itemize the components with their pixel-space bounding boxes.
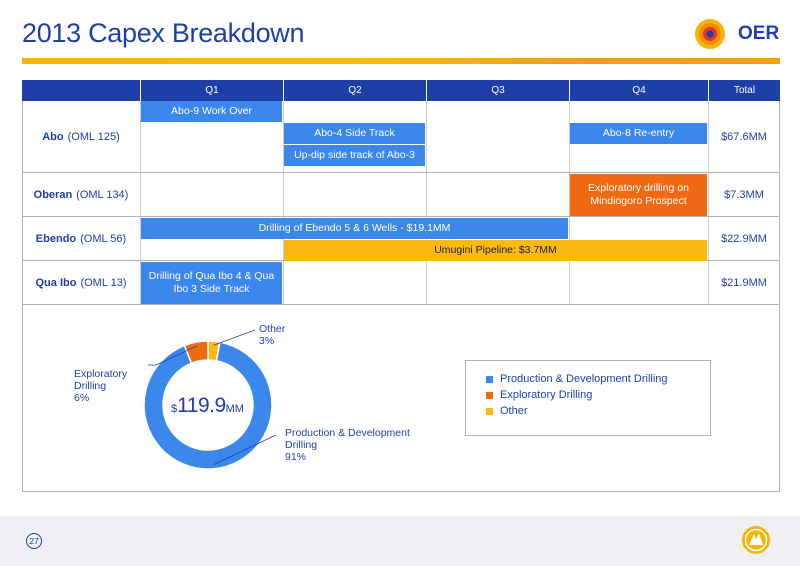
field-name: Qua Ibo bbox=[35, 277, 77, 289]
center-unit: MM bbox=[225, 403, 244, 415]
donut-center-label: $119.9MM bbox=[165, 394, 250, 418]
row-label: Ebendo (OML 56) bbox=[22, 217, 140, 261]
field-name: Abo bbox=[42, 131, 64, 143]
field-license: (OML 134) bbox=[76, 189, 129, 201]
header-total: Total bbox=[708, 80, 780, 101]
slice-label: Exploratory Drilling 6% bbox=[74, 368, 128, 404]
legend-label: Other bbox=[500, 405, 528, 417]
legend-swatch bbox=[486, 407, 493, 415]
field-name: Oberan bbox=[33, 189, 73, 201]
row-label: Abo (OML 125) bbox=[22, 101, 140, 173]
header-q1: Q1 bbox=[140, 80, 283, 101]
activity-bar: Exploratory drilling on Mindiogoro Prosp… bbox=[570, 174, 707, 216]
row-label: Qua Ibo (OML 13) bbox=[22, 261, 140, 305]
header-q4: Q4 bbox=[569, 80, 708, 101]
activity-bar: Up-dip side track of Abo-3 bbox=[284, 145, 425, 166]
activity-bar: Abo-9 Work Over bbox=[141, 101, 282, 122]
page-title: 2013 Capex Breakdown bbox=[22, 18, 305, 48]
legend-label: Production & Development Drilling bbox=[500, 373, 668, 385]
center-value: 119.9 bbox=[177, 394, 226, 417]
activity-bar: Abo-4 Side Track bbox=[284, 123, 425, 144]
legend-item: Other bbox=[486, 403, 710, 419]
schedule-table: Q1 Q2 Q3 Q4 Total Abo (OML 125) $67.6MM Abo-9 Wo… bbox=[22, 80, 780, 305]
field-license: (OML 125) bbox=[67, 131, 120, 143]
header-blank-cell bbox=[22, 80, 140, 101]
title-underline-stripe bbox=[22, 58, 780, 64]
footer-bar bbox=[0, 516, 800, 566]
field-license: (OML 13) bbox=[80, 277, 127, 289]
legend-swatch bbox=[486, 391, 493, 399]
footer-logo-icon bbox=[742, 526, 770, 554]
chart-legend: Production & Development Drilling Explora… bbox=[465, 360, 711, 436]
activity-bar: Umugini Pipeline: $3.7MM bbox=[284, 240, 707, 261]
header-q3: Q3 bbox=[426, 80, 569, 101]
activity-bar: Abo-8 Re-entry bbox=[570, 123, 707, 144]
leader-line bbox=[213, 329, 256, 346]
activity-bar: Drilling of Ebendo 5 & 6 Wells - $19.1MM bbox=[141, 218, 568, 239]
legend-item: Production & Development Drilling bbox=[486, 371, 710, 387]
page-number: 27 bbox=[26, 533, 42, 549]
row-label: Oberan (OML 134) bbox=[22, 173, 140, 217]
logo-text: OER bbox=[738, 23, 780, 44]
slice-label: Production & Development Drilling 91% bbox=[285, 427, 410, 463]
row-total: $67.6MM bbox=[721, 131, 767, 143]
activity-bar: Drilling of Qua Ibo 4 & Qua Ibo 3 Side T… bbox=[141, 262, 282, 304]
slice-label: Other 3% bbox=[259, 323, 286, 347]
row-total: $7.3MM bbox=[724, 189, 764, 201]
logo-core bbox=[706, 30, 714, 38]
legend-swatch bbox=[486, 375, 493, 383]
row-total: $21.9MM bbox=[721, 277, 767, 289]
row-total: $22.9MM bbox=[721, 233, 767, 245]
legend-label: Exploratory Drilling bbox=[500, 389, 593, 401]
header-q2: Q2 bbox=[283, 80, 426, 101]
field-name: Ebendo bbox=[35, 233, 77, 245]
field-license: (OML 56) bbox=[80, 233, 127, 245]
legend-item: Exploratory Drilling bbox=[486, 387, 710, 403]
